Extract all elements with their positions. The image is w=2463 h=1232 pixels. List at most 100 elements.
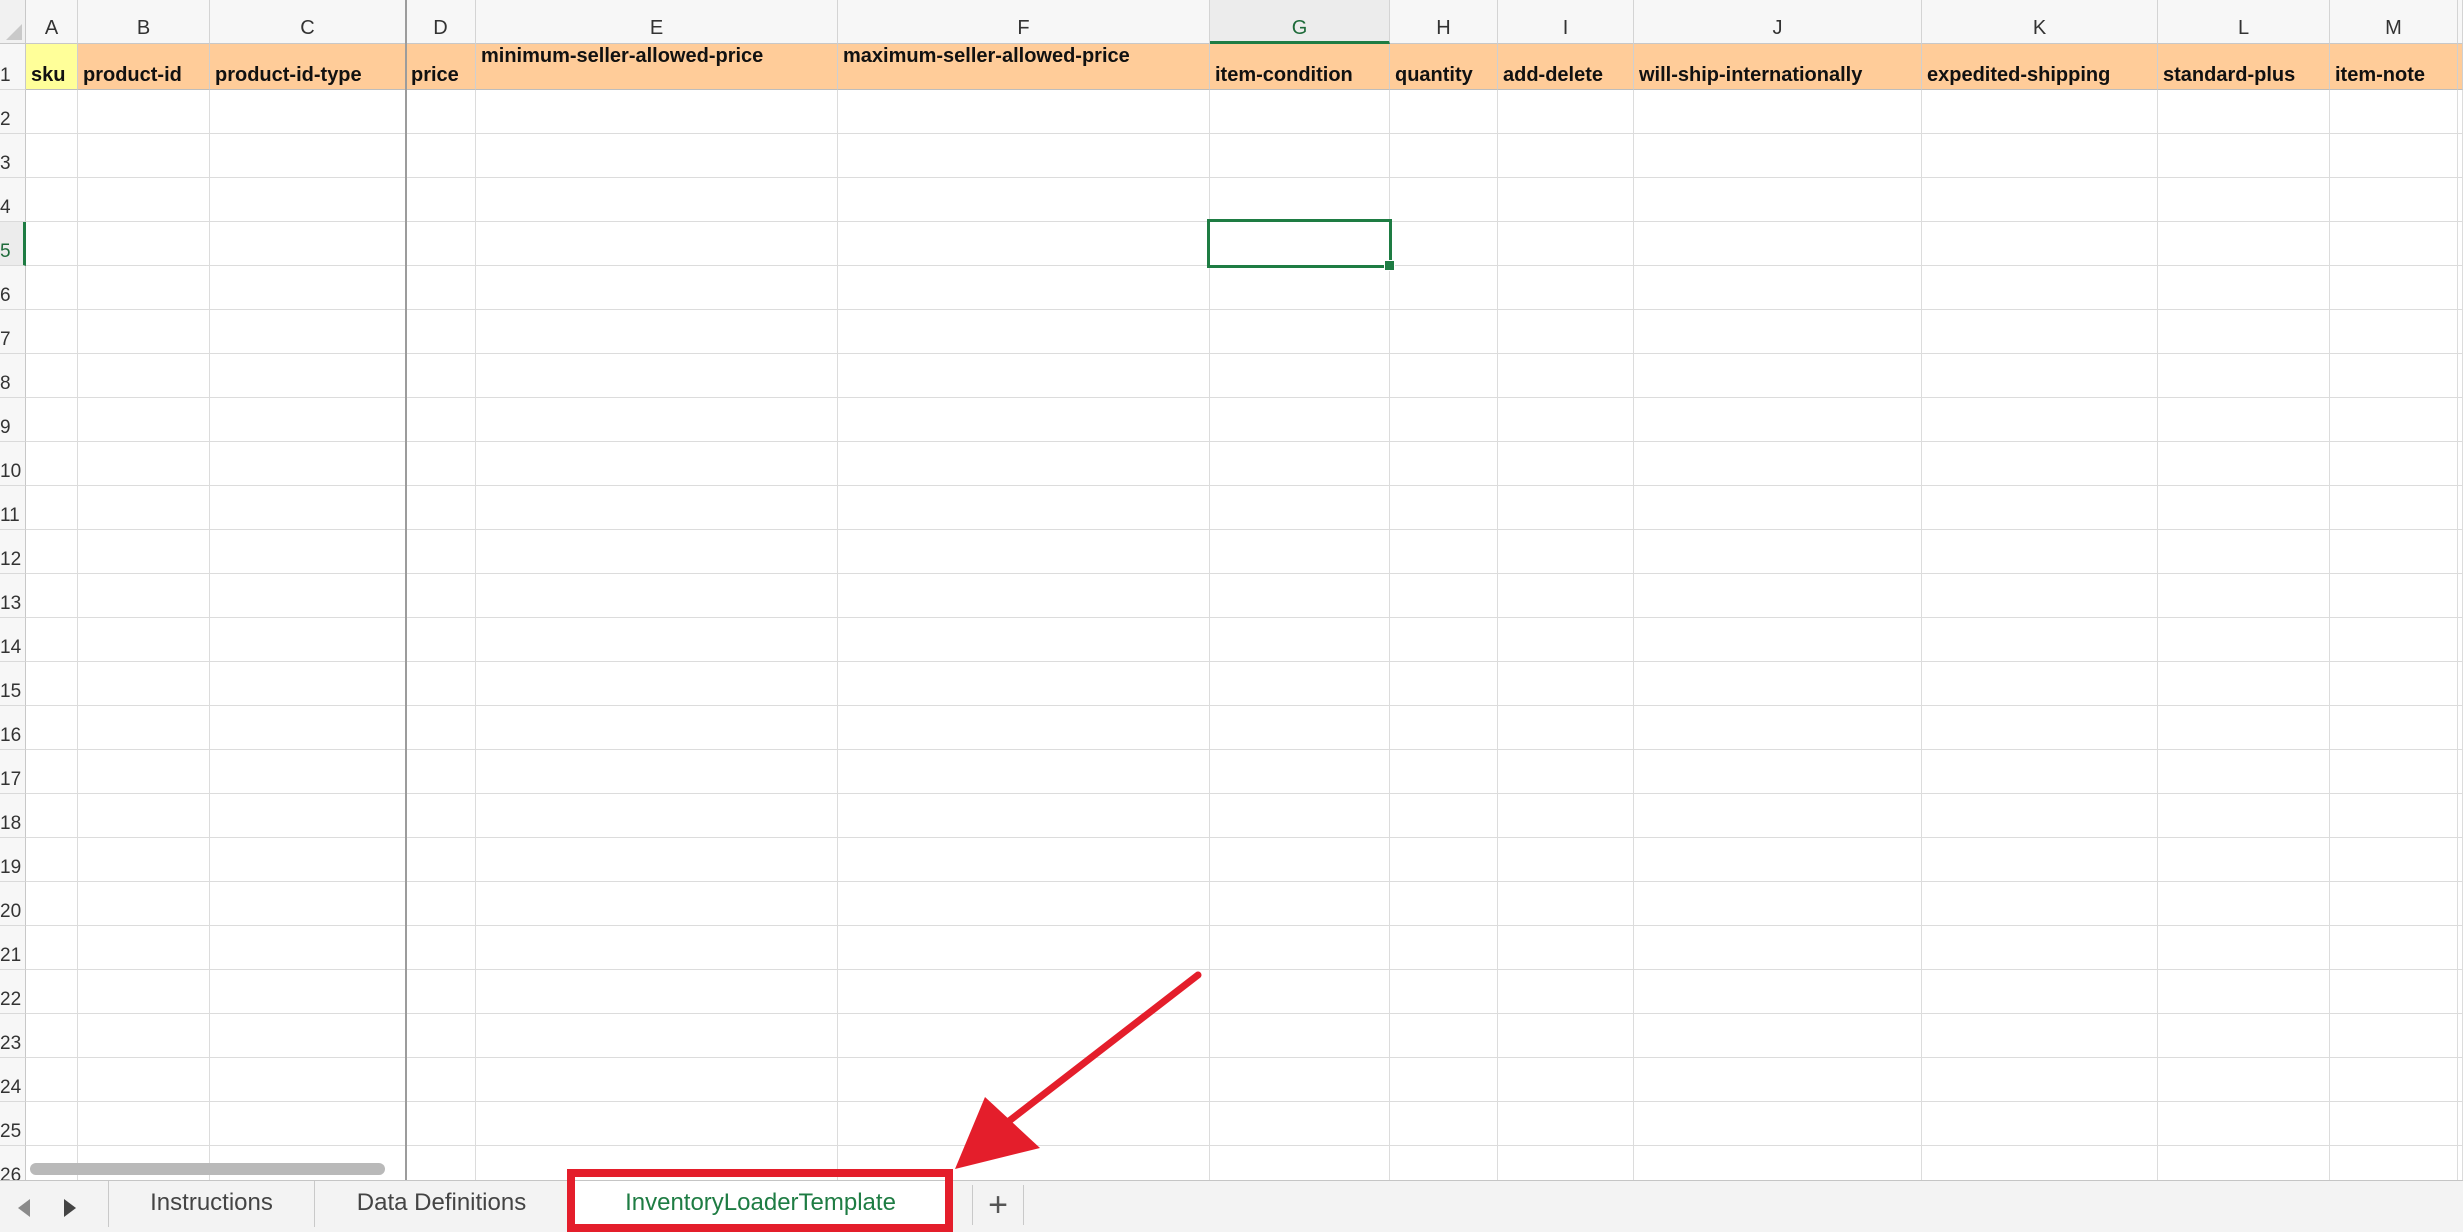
grid-cell[interactable]	[1922, 486, 2158, 530]
grid-cell[interactable]	[2458, 1146, 2463, 1180]
grid-cell[interactable]	[210, 882, 406, 926]
grid-cell[interactable]	[1498, 178, 1634, 222]
grid-cell[interactable]	[1390, 882, 1498, 926]
header-cell[interactable]: item-condition	[1210, 44, 1390, 90]
grid-cell[interactable]	[2158, 574, 2330, 618]
grid-cell[interactable]	[2330, 882, 2458, 926]
grid-cell[interactable]	[26, 838, 78, 882]
grid-cell[interactable]	[2158, 486, 2330, 530]
grid-cell[interactable]	[476, 134, 838, 178]
header-cell[interactable]: product-id-type	[210, 44, 406, 90]
grid-cell[interactable]	[1390, 838, 1498, 882]
tab-inventory-loader-template[interactable]: InventoryLoaderTemplate	[568, 1181, 952, 1227]
grid-cell[interactable]	[1634, 530, 1922, 574]
row-header[interactable]: 12	[0, 530, 26, 574]
column-header[interactable]: E	[476, 0, 838, 44]
grid-cell[interactable]	[406, 442, 476, 486]
grid-cell[interactable]	[78, 1058, 210, 1102]
grid-cell[interactable]	[1390, 530, 1498, 574]
grid-cell[interactable]	[78, 926, 210, 970]
grid-cell[interactable]	[1210, 222, 1390, 266]
row-header[interactable]: 8	[0, 354, 26, 398]
row-header[interactable]: 16	[0, 706, 26, 750]
grid-cell[interactable]	[1498, 1146, 1634, 1180]
grid-cell[interactable]	[1634, 266, 1922, 310]
grid-cell[interactable]	[1210, 1102, 1390, 1146]
grid-cell[interactable]	[1390, 662, 1498, 706]
grid-cell[interactable]	[26, 970, 78, 1014]
grid-cell[interactable]	[406, 574, 476, 618]
grid-cell[interactable]	[210, 134, 406, 178]
grid-cell[interactable]	[406, 1146, 476, 1180]
grid-cell[interactable]	[1922, 442, 2158, 486]
grid-cell[interactable]	[1922, 1102, 2158, 1146]
grid-cell[interactable]	[406, 970, 476, 1014]
grid-cell[interactable]	[1922, 90, 2158, 134]
grid-cell[interactable]	[1390, 618, 1498, 662]
grid-cell[interactable]	[26, 354, 78, 398]
grid-cell[interactable]	[1922, 266, 2158, 310]
grid-cell[interactable]	[1210, 354, 1390, 398]
grid-cell[interactable]	[1498, 266, 1634, 310]
grid-cell[interactable]	[2158, 310, 2330, 354]
grid-cell[interactable]	[2158, 794, 2330, 838]
header-cell[interactable]: add-delete	[1498, 44, 1634, 90]
grid-cell[interactable]	[1210, 90, 1390, 134]
grid-cell[interactable]	[210, 90, 406, 134]
grid-cell[interactable]	[78, 618, 210, 662]
grid-cell[interactable]	[838, 398, 1210, 442]
grid-cell[interactable]	[1922, 618, 2158, 662]
grid-cell[interactable]	[2330, 134, 2458, 178]
row-header[interactable]: 5	[0, 222, 26, 266]
grid-cell[interactable]	[1922, 838, 2158, 882]
grid-cell[interactable]	[406, 1058, 476, 1102]
grid-cell[interactable]	[210, 1058, 406, 1102]
grid-cell[interactable]	[1498, 134, 1634, 178]
tab-data-definitions[interactable]: Data Definitions	[314, 1181, 568, 1227]
grid-cell[interactable]	[210, 838, 406, 882]
grid-cell[interactable]	[26, 530, 78, 574]
grid-cell[interactable]	[476, 222, 838, 266]
header-cell[interactable]: quantity	[1390, 44, 1498, 90]
grid-cell[interactable]	[1210, 442, 1390, 486]
grid-cell[interactable]	[1634, 398, 1922, 442]
grid-cell[interactable]	[1210, 1146, 1390, 1180]
grid-cell[interactable]	[1634, 882, 1922, 926]
header-cell[interactable]: minimum-seller-allowed-price	[476, 44, 838, 90]
row-header[interactable]: 3	[0, 134, 26, 178]
grid-cell[interactable]	[78, 706, 210, 750]
row-header[interactable]: 9	[0, 398, 26, 442]
grid-cell[interactable]	[838, 530, 1210, 574]
header-cell[interactable]: maximum-seller-allowed-price	[838, 44, 1210, 90]
grid-cell[interactable]	[406, 354, 476, 398]
grid-cell[interactable]	[838, 1146, 1210, 1180]
grid-cell[interactable]	[78, 574, 210, 618]
grid-cell[interactable]	[476, 706, 838, 750]
grid-cell[interactable]	[406, 926, 476, 970]
grid-cell[interactable]	[26, 1102, 78, 1146]
row-header[interactable]: 11	[0, 486, 26, 530]
grid-cell[interactable]	[1634, 442, 1922, 486]
grid-cell[interactable]	[1390, 970, 1498, 1014]
grid-cell[interactable]	[2458, 794, 2463, 838]
grid-cell[interactable]	[2330, 750, 2458, 794]
grid-cell[interactable]	[2458, 178, 2463, 222]
grid-cell[interactable]	[1922, 706, 2158, 750]
grid-cell[interactable]	[78, 970, 210, 1014]
grid-cell[interactable]	[2330, 486, 2458, 530]
grid-cell[interactable]	[1922, 882, 2158, 926]
row-header[interactable]: 18	[0, 794, 26, 838]
grid-cell[interactable]	[1210, 486, 1390, 530]
grid-cell[interactable]	[2158, 134, 2330, 178]
column-header[interactable]: I	[1498, 0, 1634, 44]
grid-cell[interactable]	[1498, 1058, 1634, 1102]
grid-cell[interactable]	[2458, 1014, 2463, 1058]
grid-cell[interactable]	[26, 90, 78, 134]
grid-cell[interactable]	[26, 134, 78, 178]
grid-cell[interactable]	[476, 90, 838, 134]
grid-cell[interactable]	[1634, 134, 1922, 178]
row-header[interactable]: 4	[0, 178, 26, 222]
grid-cell[interactable]	[1210, 530, 1390, 574]
grid-cell[interactable]	[2458, 882, 2463, 926]
grid-cell[interactable]	[1634, 662, 1922, 706]
